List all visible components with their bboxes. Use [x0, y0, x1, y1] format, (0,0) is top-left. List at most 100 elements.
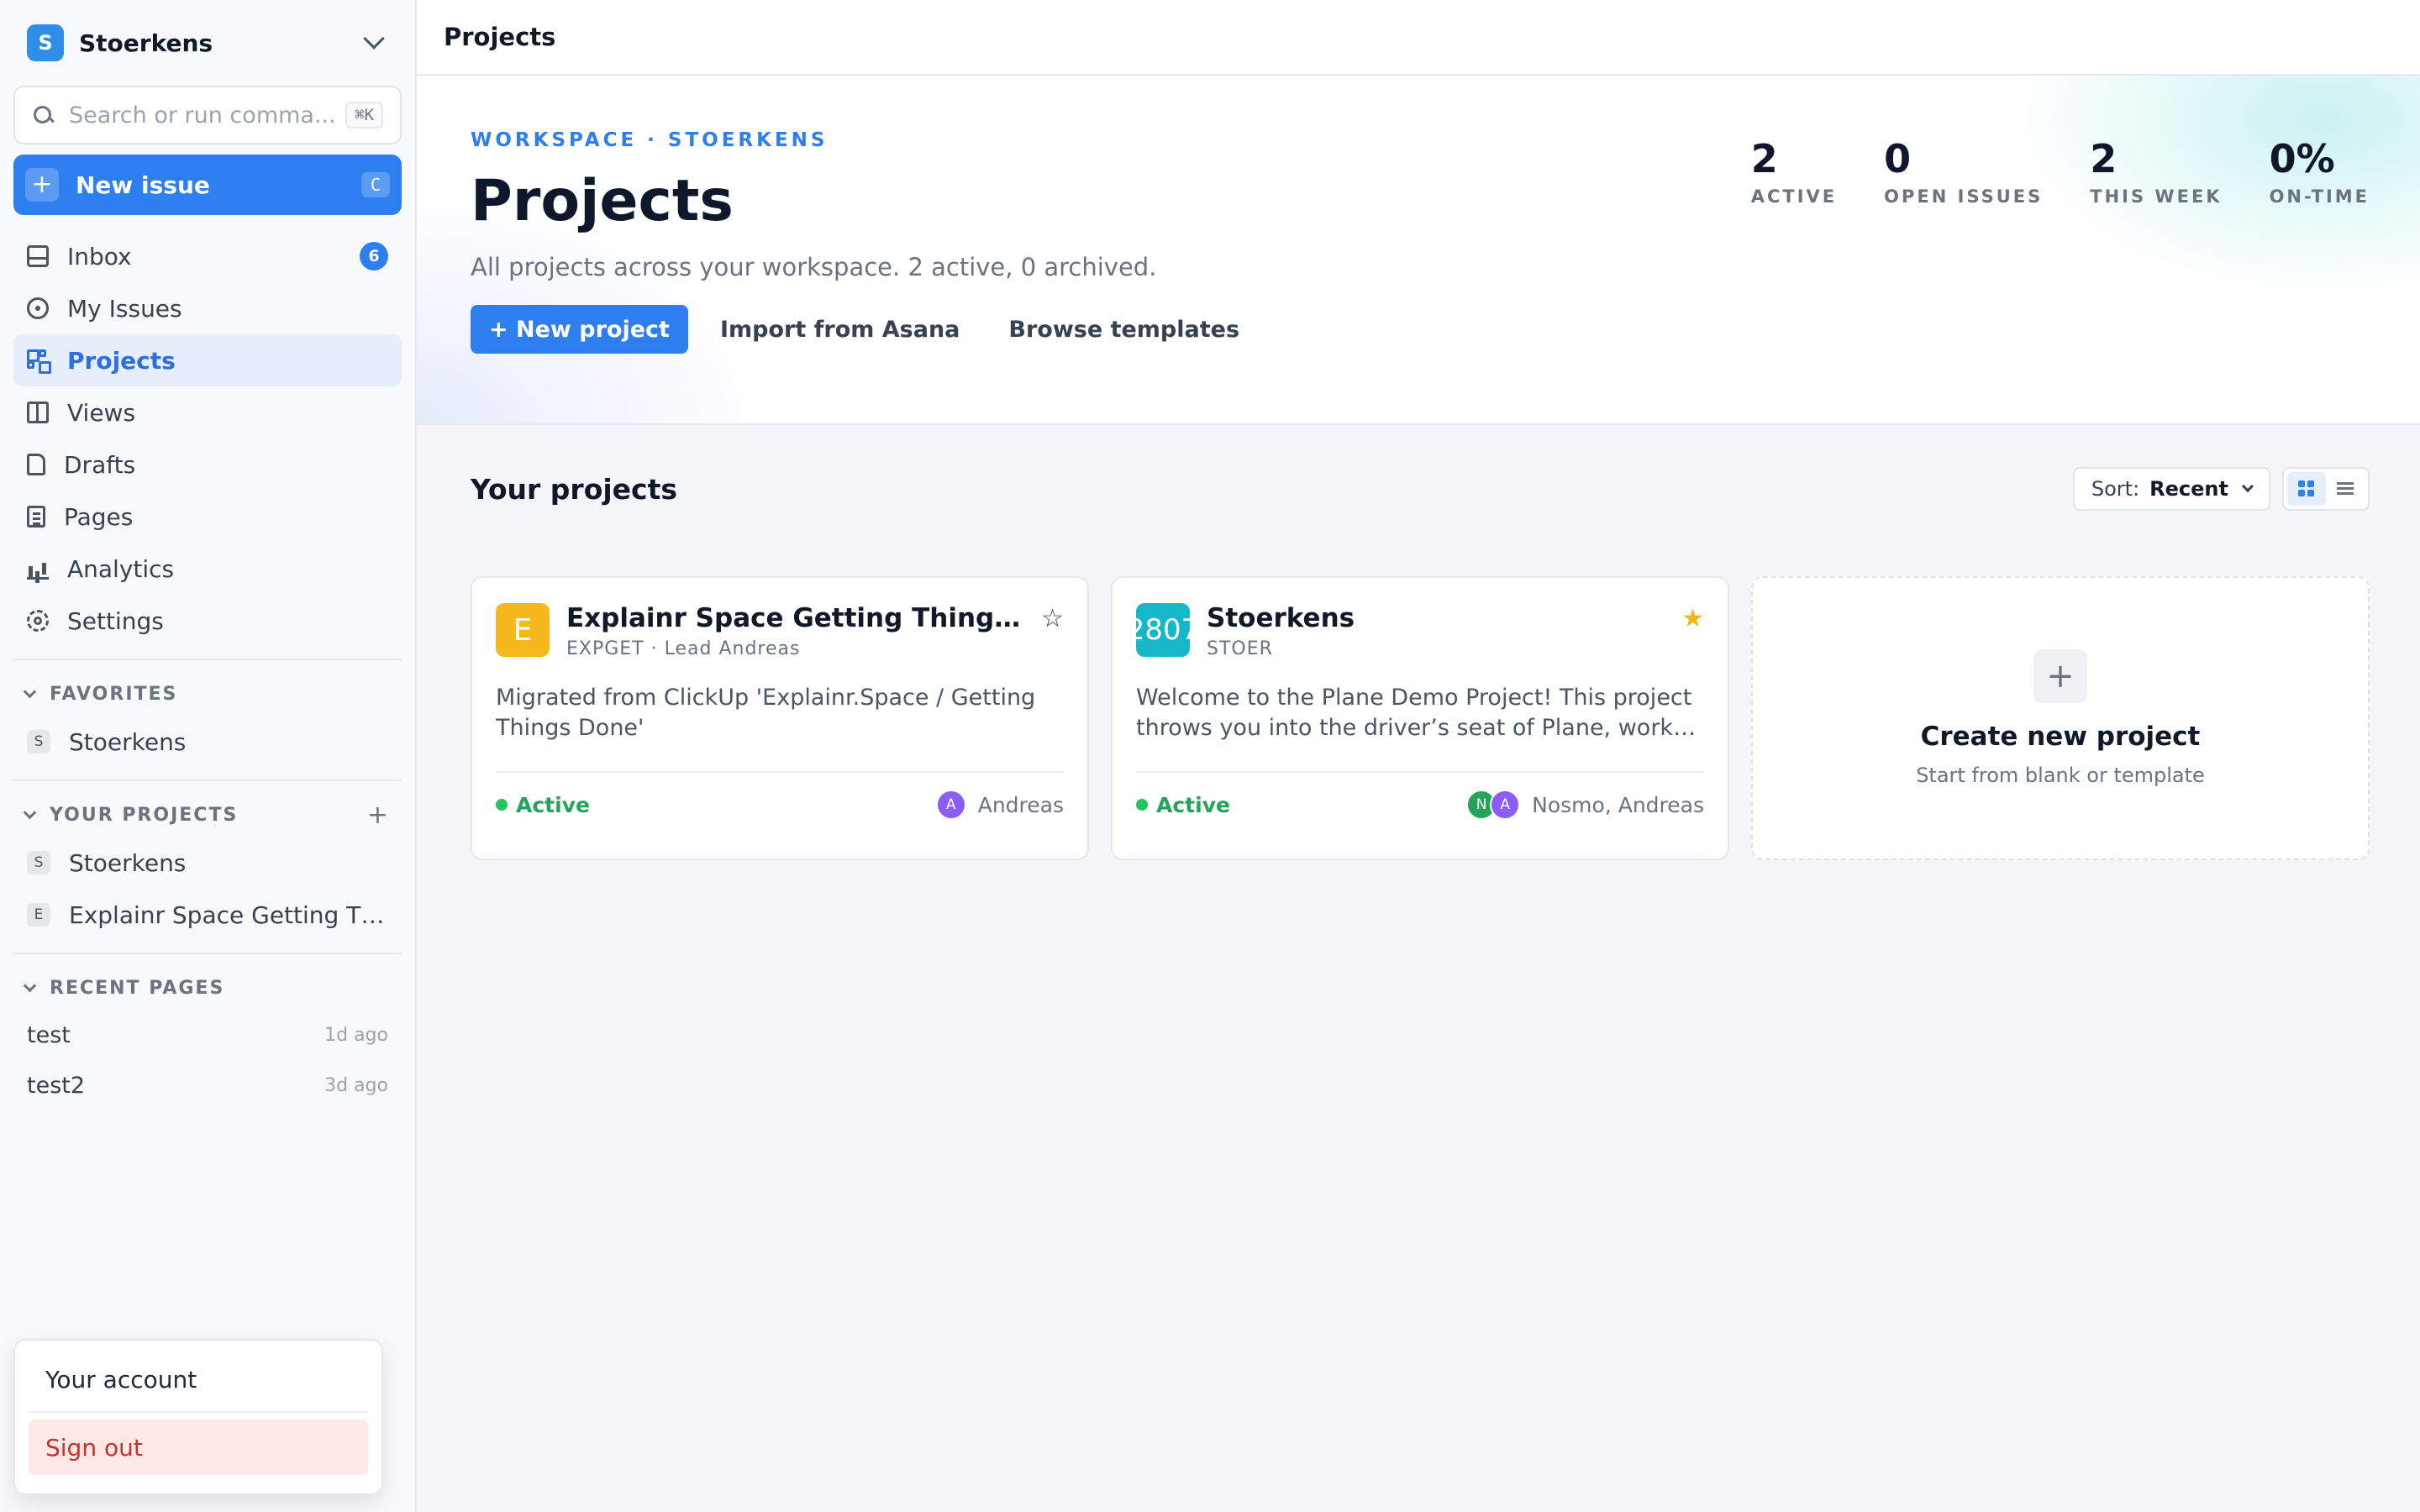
- your-account-menu-item[interactable]: Your account: [29, 1351, 368, 1408]
- recent-pages-section-header[interactable]: RECENT PAGES: [13, 966, 402, 1010]
- avatar: A: [935, 790, 966, 820]
- sidebar-item-drafts[interactable]: Drafts: [13, 438, 402, 491]
- separator-dot: ·: [650, 638, 665, 659]
- app-root: S Stoerkens Search or run comma... ⌘K + …: [0, 0, 2420, 1512]
- sidebar-item-pages[interactable]: Pages: [13, 491, 402, 543]
- stat-value: 0%: [2269, 136, 2335, 181]
- sidebar-item-label: Drafts: [64, 450, 136, 479]
- your-projects-section-header[interactable]: YOUR PROJECTS +: [13, 793, 402, 837]
- status-label: Active: [516, 792, 590, 817]
- favorite-label: Stoerkens: [69, 727, 187, 756]
- sign-out-menu-item[interactable]: Sign out: [29, 1420, 368, 1475]
- project-label: Stoerkens: [69, 848, 187, 877]
- recent-page-item[interactable]: test 1d ago: [13, 1010, 402, 1060]
- stat-on-time: 0% ON-TIME: [2270, 136, 2370, 207]
- sidebar-item-label: Inbox: [67, 242, 132, 270]
- card-header: E Explainr Space Getting Things Done EXP…: [496, 603, 1064, 659]
- stat-label: ACTIVE: [1750, 186, 1838, 207]
- page-label: test2: [27, 1072, 86, 1099]
- project-card-explainr[interactable]: E Explainr Space Getting Things Done EXP…: [471, 576, 1089, 860]
- import-asana-button[interactable]: Import from Asana: [703, 305, 976, 354]
- recent-page-item[interactable]: test2 3d ago: [13, 1060, 402, 1110]
- divider: [13, 953, 402, 954]
- grid-icon-cell: [27, 361, 34, 369]
- card-meta: Explainr Space Getting Things Done EXPGE…: [566, 603, 1026, 659]
- new-project-button[interactable]: + New project: [471, 305, 688, 354]
- project-subtitle: STOER: [1207, 638, 1666, 659]
- stat-open-issues: 0 OPEN ISSUES: [1884, 136, 2043, 207]
- workspace-logo: S: [27, 24, 64, 61]
- create-project-card[interactable]: + Create new project Start from blank or…: [1751, 576, 2370, 860]
- project-description: Migrated from ClickUp 'Explainr.Space / …: [496, 685, 1036, 741]
- new-issue-button[interactable]: + New issue C: [13, 155, 402, 215]
- favorites-title: FAVORITES: [50, 683, 178, 705]
- project-label: Explainr Space Getting Things Done: [69, 900, 388, 929]
- search-icon: [32, 104, 54, 126]
- search-placeholder: Search or run comma...: [69, 102, 336, 129]
- hero-actions: + New project Import from Asana Browse t…: [471, 305, 2370, 354]
- projects-section-header: Your projects Sort: Recent: [471, 465, 2370, 512]
- favorites-section-header[interactable]: FAVORITES: [13, 672, 402, 716]
- project-lead: Lead Andreas: [664, 638, 801, 659]
- plus-icon: +: [25, 168, 59, 202]
- grid-view-button[interactable]: [2287, 472, 2326, 506]
- sidebar: S Stoerkens Search or run comma... ⌘K + …: [0, 0, 417, 1512]
- star-filled-icon[interactable]: ★: [1681, 606, 1704, 632]
- create-project-title: Create new project: [1920, 722, 2201, 752]
- grid-icon: [2298, 480, 2315, 497]
- page-timestamp: 3d ago: [324, 1074, 388, 1096]
- project-card-stoerkens[interactable]: 2807 Stoerkens STOER ★ Welcome to the Pl…: [1111, 576, 1729, 860]
- sidebar-project-stoerkens[interactable]: S Stoerkens: [13, 837, 402, 889]
- sidebar-item-my-issues[interactable]: My Issues: [13, 282, 402, 334]
- members: A Andreas: [935, 790, 1064, 820]
- create-project-subtitle: Start from blank or template: [1916, 764, 2205, 787]
- status-label: Active: [1156, 792, 1230, 817]
- members-label: Nosmo, Andreas: [1532, 792, 1704, 817]
- chevron-down-icon: [23, 685, 37, 698]
- project-description: Welcome to the Plane Demo Project! This …: [1136, 685, 1692, 741]
- sidebar-item-analytics[interactable]: Analytics: [13, 543, 402, 595]
- stat-value: 2: [1750, 136, 1778, 181]
- sidebar-item-label: Views: [67, 398, 136, 427]
- workspace-switcher[interactable]: S Stoerkens: [0, 0, 415, 86]
- sidebar-item-inbox[interactable]: Inbox 6: [13, 230, 402, 282]
- sidebar-item-projects[interactable]: Projects: [13, 334, 402, 386]
- sidebar-item-settings[interactable]: Settings: [13, 595, 402, 647]
- sidebar-nav: Inbox 6 My Issues Projects Views Drafts: [0, 230, 415, 647]
- project-title: Explainr Space Getting Things Done: [566, 603, 1026, 633]
- favorite-item-stoerkens[interactable]: S Stoerkens: [13, 716, 402, 768]
- members-label: Andreas: [977, 792, 1064, 817]
- browse-templates-button[interactable]: Browse templates: [992, 305, 1256, 354]
- project-logo: E: [496, 603, 550, 657]
- project-avatar: S: [27, 730, 50, 753]
- project-identifier: EXPGET: [566, 638, 644, 659]
- sort-dropdown[interactable]: Sort: Recent: [2072, 467, 2270, 511]
- section-title: Your projects: [471, 472, 678, 506]
- search-shortcut: ⌘K: [345, 102, 383, 129]
- sidebar-item-views[interactable]: Views: [13, 386, 402, 438]
- divider: [13, 780, 402, 781]
- stat-label: ON-TIME: [2269, 186, 2370, 207]
- project-title: Stoerkens: [1207, 603, 1355, 633]
- topbar: Projects: [417, 0, 2420, 76]
- list-view-button[interactable]: [2326, 472, 2365, 506]
- sort-value: Recent: [2149, 477, 2228, 501]
- status-dot-icon: [496, 799, 508, 811]
- view-toggle: [2282, 467, 2370, 511]
- page-timestamp: 1d ago: [324, 1024, 388, 1046]
- page-subtitle: All projects across your workspace. 2 ac…: [471, 253, 1157, 281]
- grid-icon: [27, 349, 51, 374]
- chevron-down-icon: [23, 979, 37, 992]
- stat-label: THIS WEEK: [2090, 186, 2223, 207]
- add-project-icon[interactable]: +: [367, 801, 390, 830]
- document-icon: [27, 506, 45, 528]
- project-logo: 2807: [1136, 603, 1190, 657]
- sidebar-project-explainr[interactable]: E Explainr Space Getting Things Done: [13, 889, 402, 941]
- sidebar-item-label: Settings: [67, 606, 164, 635]
- card-header: 2807 Stoerkens STOER ★: [1136, 603, 1704, 659]
- search-input[interactable]: Search or run comma... ⌘K: [13, 86, 402, 144]
- star-outline-icon[interactable]: ☆: [1041, 606, 1064, 632]
- chevron-down-icon: [363, 28, 385, 50]
- gear-icon: [27, 610, 49, 632]
- sidebar-item-label: My Issues: [67, 294, 182, 323]
